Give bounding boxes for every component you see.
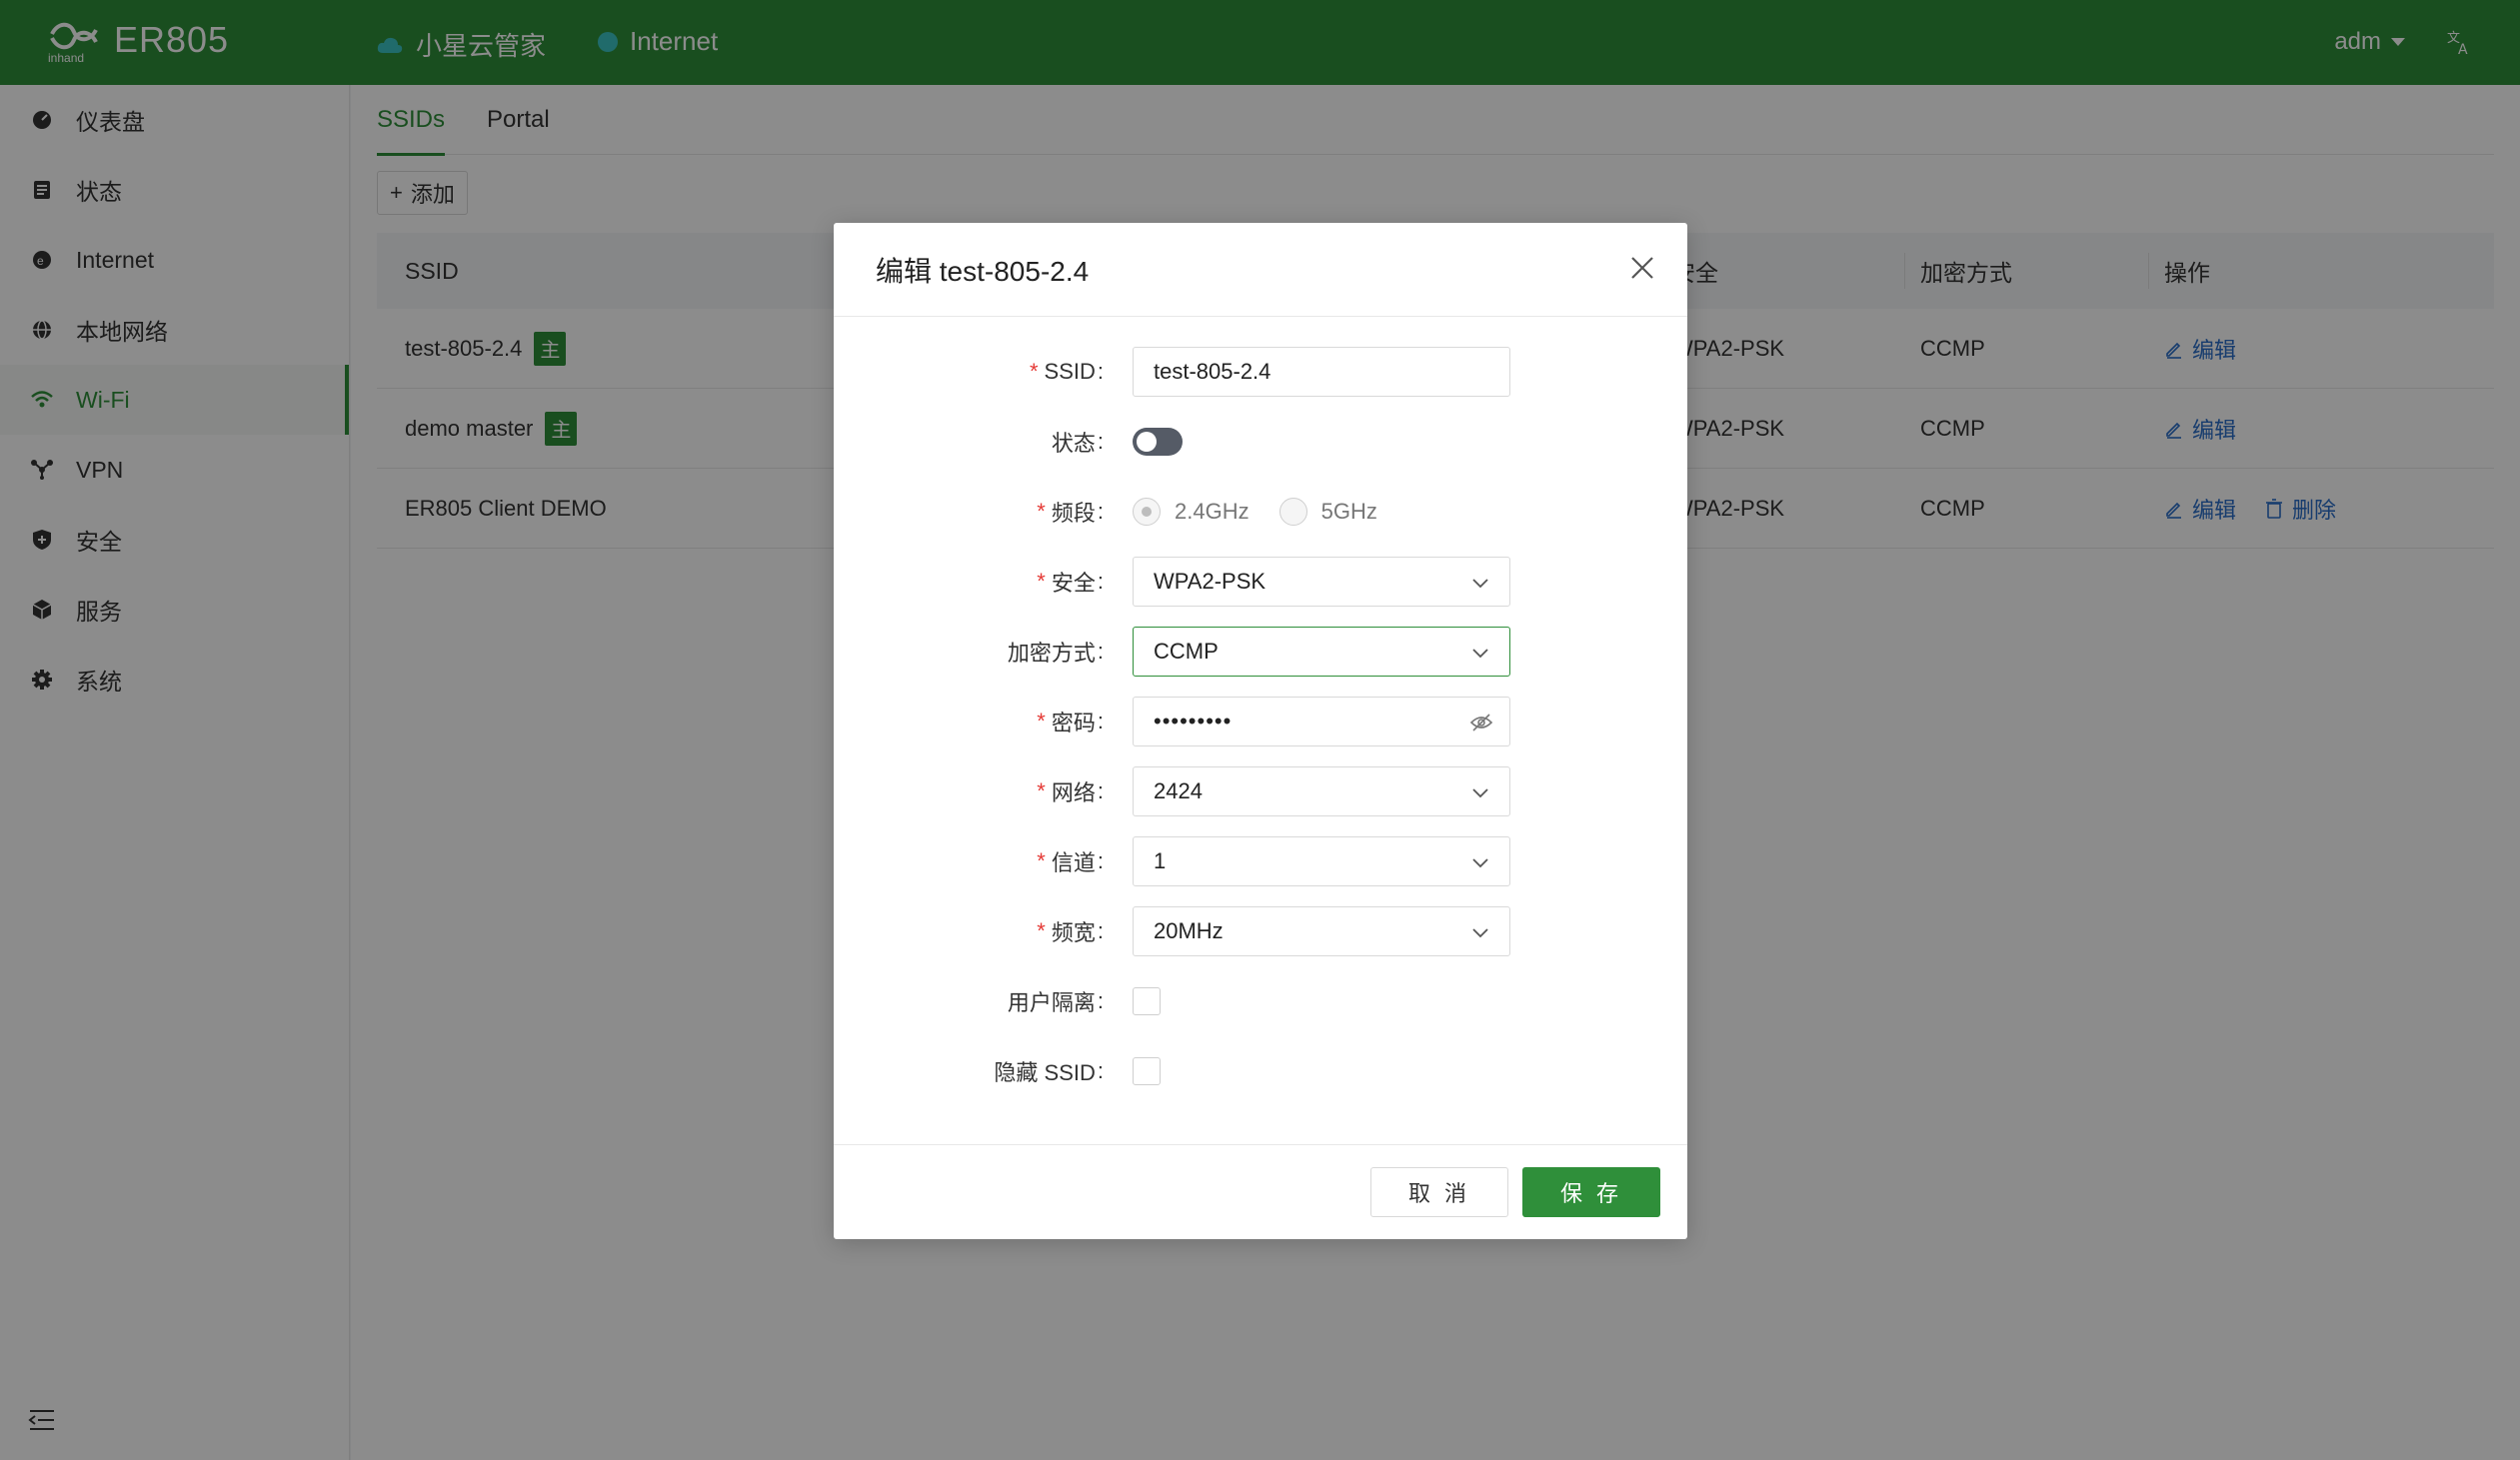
status-field-label: 状态:: [1051, 429, 1104, 456]
encryption-select[interactable]: CCMP: [1133, 627, 1510, 677]
bandwidth-field-label: * 频宽:: [1037, 918, 1104, 945]
security-select[interactable]: WPA2-PSK: [1133, 557, 1510, 607]
isolation-field-label: 用户隔离:: [1007, 988, 1104, 1015]
status-toggle[interactable]: [1133, 428, 1183, 456]
bandwidth-select[interactable]: 20MHz: [1133, 906, 1510, 956]
ssid-field-label: * SSID:: [1029, 359, 1104, 384]
dialog-footer: 取 消 保 存: [834, 1144, 1687, 1239]
hide-ssid-checkbox[interactable]: [1133, 1057, 1161, 1085]
password-field-label: * 密码:: [1037, 709, 1104, 735]
cancel-button[interactable]: 取 消: [1370, 1167, 1508, 1217]
network-select[interactable]: 2424: [1133, 766, 1510, 816]
dialog-title: 编辑 test-805-2.4: [876, 255, 1090, 287]
network-field-label: * 网络:: [1037, 778, 1104, 805]
security-field-label: * 安全:: [1037, 569, 1104, 596]
ssid-input[interactable]: test-805-2.4: [1133, 347, 1510, 397]
eye-off-icon[interactable]: [1469, 711, 1493, 734]
chevron-down-icon: [1472, 858, 1488, 868]
band-radio-2-4ghz[interactable]: 2.4GHz: [1133, 498, 1250, 526]
radio-unchecked-icon: [1278, 498, 1307, 526]
band-field-label: * 频段:: [1037, 499, 1104, 526]
save-button[interactable]: 保 存: [1522, 1167, 1660, 1217]
radio-checked-icon: [1133, 498, 1161, 526]
edit-ssid-dialog: 编辑 test-805-2.4 * SSID: test-805-2.4 状态: …: [834, 223, 1687, 1239]
band-radio-5ghz[interactable]: 5GHz: [1278, 498, 1377, 526]
chevron-down-icon: [1472, 928, 1488, 938]
close-icon[interactable]: [1629, 255, 1655, 281]
user-isolation-checkbox[interactable]: [1133, 987, 1161, 1015]
channel-select[interactable]: 1: [1133, 836, 1510, 886]
encryption-field-label: 加密方式:: [1007, 639, 1104, 666]
chevron-down-icon: [1472, 649, 1488, 659]
password-input[interactable]: •••••••••: [1133, 697, 1510, 746]
hide-ssid-field-label: 隐藏 SSID:: [994, 1058, 1104, 1085]
band-radio-group: 2.4GHz 5GHz: [1133, 498, 1377, 526]
chevron-down-icon: [1472, 579, 1488, 589]
chevron-down-icon: [1472, 788, 1488, 798]
channel-field-label: * 信道:: [1037, 848, 1104, 875]
